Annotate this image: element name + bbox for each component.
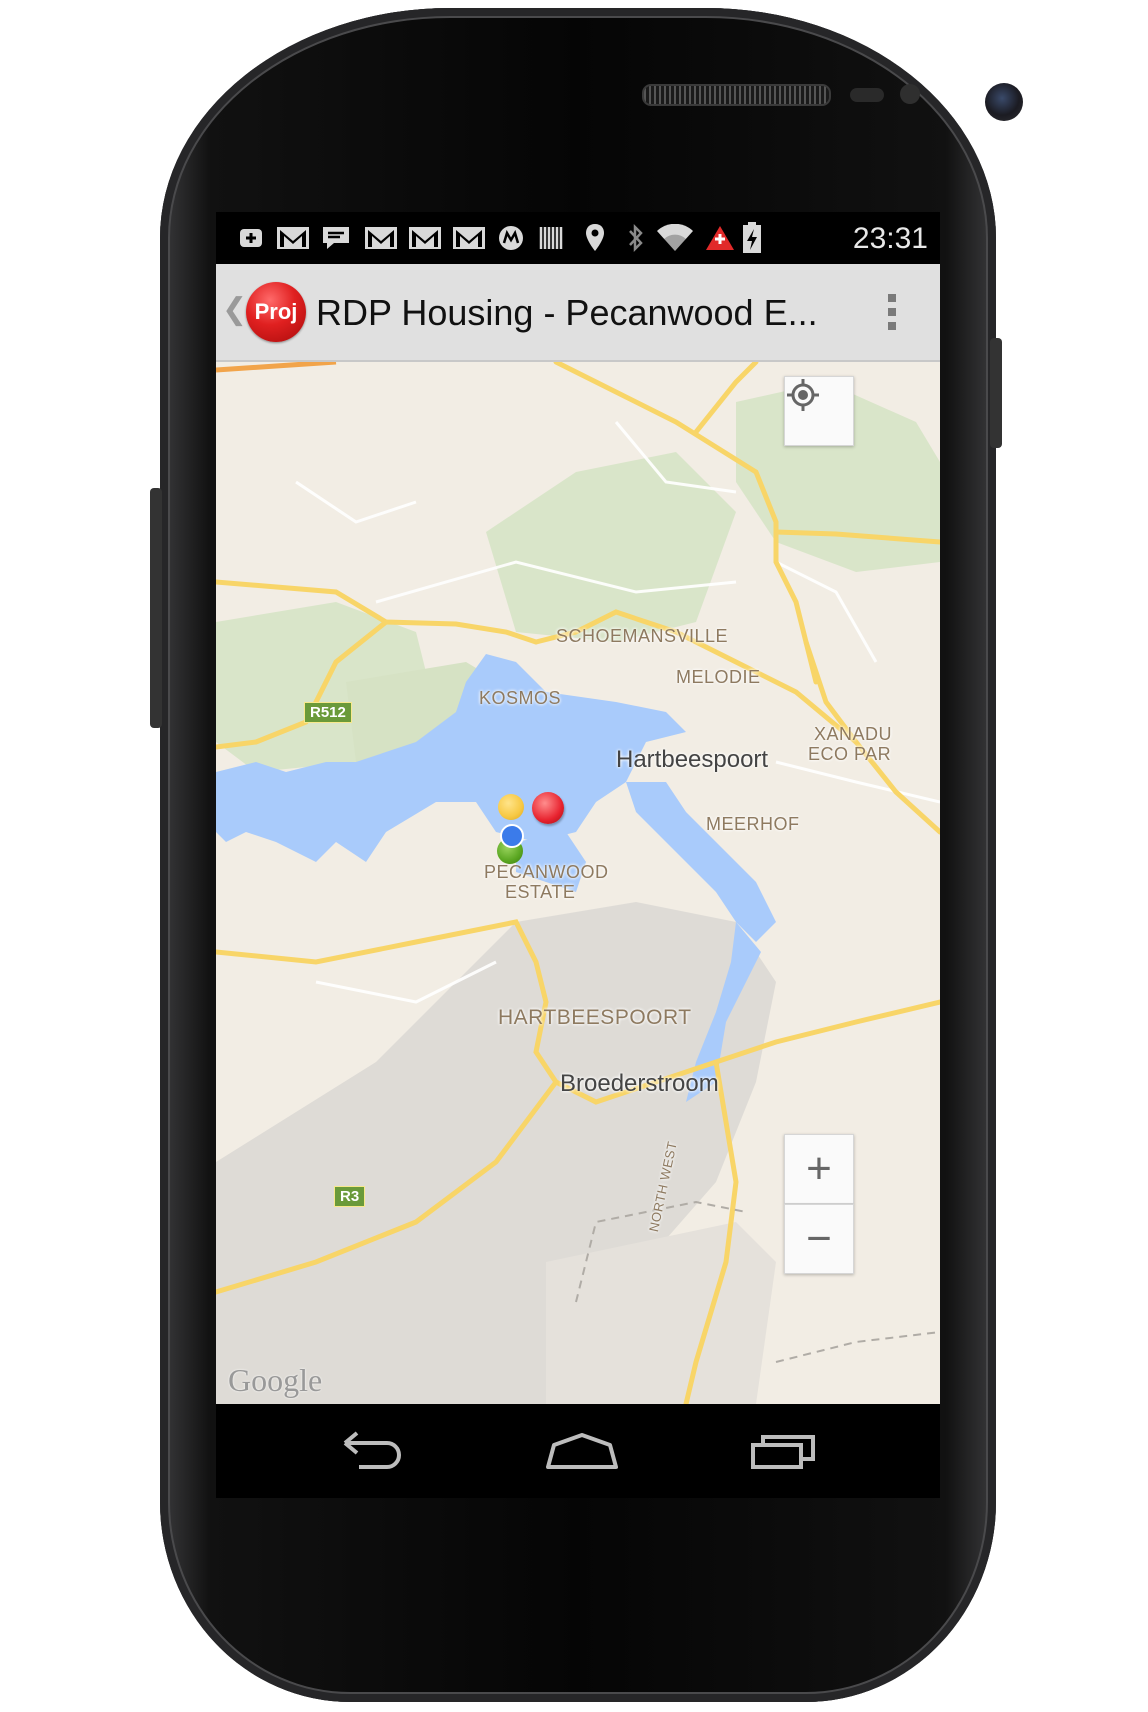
map-label-xanadu-eco-park: ECO PAR xyxy=(808,744,892,764)
nav-back-button[interactable] xyxy=(334,1426,414,1476)
barcode-icon xyxy=(538,226,566,250)
map-label-pecanwood: PECANWOOD xyxy=(484,862,609,882)
blue-marker[interactable] xyxy=(500,824,524,848)
recent-apps-icon xyxy=(751,1435,815,1469)
proximity-sensor xyxy=(850,88,884,102)
location-pin-icon xyxy=(584,224,606,251)
home-icon xyxy=(546,1433,618,1469)
nav-home-button[interactable] xyxy=(542,1426,622,1476)
crosshair-icon xyxy=(787,379,819,411)
road-shield-r512: R512 xyxy=(304,702,352,723)
map-label-hartbeespoort-city: Hartbeespoort xyxy=(616,746,769,773)
front-camera xyxy=(985,83,1023,121)
map-label-kosmos: KOSMOS xyxy=(479,688,562,708)
map-label-meerhof: MEERHOF xyxy=(706,814,800,834)
map-label-broederstroom: Broederstroom xyxy=(560,1070,719,1097)
phone-screen: 23:31 ❮ Proj RDP Housing - Pecanwood E..… xyxy=(216,212,940,1498)
map-label-pecanwood-estate: ESTATE xyxy=(505,882,576,902)
alert-triangle-icon xyxy=(704,226,736,250)
plus-icon: + xyxy=(806,1144,832,1193)
power-button xyxy=(990,338,1002,448)
battery-charging-icon xyxy=(742,222,762,253)
gmail-icon xyxy=(408,226,442,250)
gmail-icon xyxy=(452,226,486,250)
status-bar: 23:31 xyxy=(216,212,940,264)
light-sensor xyxy=(900,84,920,104)
zoom-out-button[interactable]: − xyxy=(784,1204,854,1274)
my-location-button[interactable] xyxy=(784,376,854,446)
app-logo[interactable]: Proj xyxy=(246,282,306,342)
back-chevron-icon[interactable]: ❮ xyxy=(222,292,247,327)
nav-recents-button[interactable] xyxy=(744,1426,824,1476)
zoom-in-button[interactable]: + xyxy=(784,1134,854,1204)
yellow-marker[interactable] xyxy=(498,794,524,820)
map-label-schoemansville: SCHOEMANSVILLE xyxy=(556,626,729,646)
map-label-hartbeespoort-area: HARTBEESPOORT xyxy=(498,1006,692,1029)
map-label-melodie: MELODIE xyxy=(676,667,761,687)
action-bar: ❮ Proj RDP Housing - Pecanwood E... xyxy=(216,264,940,362)
motorola-icon xyxy=(498,226,524,250)
road-shield-r3: R3 xyxy=(334,1186,366,1207)
navigation-bar xyxy=(216,1404,940,1498)
wifi-icon xyxy=(656,224,694,251)
chat-bubble-icon xyxy=(320,226,352,250)
map-view[interactable]: SCHOEMANSVILLE MELODIE KOSMOS Hartbeespo… xyxy=(216,362,940,1404)
minus-icon: − xyxy=(806,1214,832,1263)
google-attribution: Google xyxy=(228,1362,323,1398)
bluetooth-icon xyxy=(626,223,646,253)
earpiece-speaker xyxy=(642,84,831,106)
red-marker[interactable] xyxy=(532,792,564,824)
gmail-icon xyxy=(276,226,310,250)
back-arrow-icon xyxy=(343,1431,401,1469)
status-time: 23:31 xyxy=(852,222,928,255)
map-label-xanadu: XANADU xyxy=(814,724,893,744)
add-notification-icon xyxy=(238,226,264,250)
volume-button xyxy=(150,488,162,728)
page-title: RDP Housing - Pecanwood E... xyxy=(316,292,818,333)
gmail-icon xyxy=(364,226,398,250)
overflow-menu-icon[interactable] xyxy=(888,294,898,334)
